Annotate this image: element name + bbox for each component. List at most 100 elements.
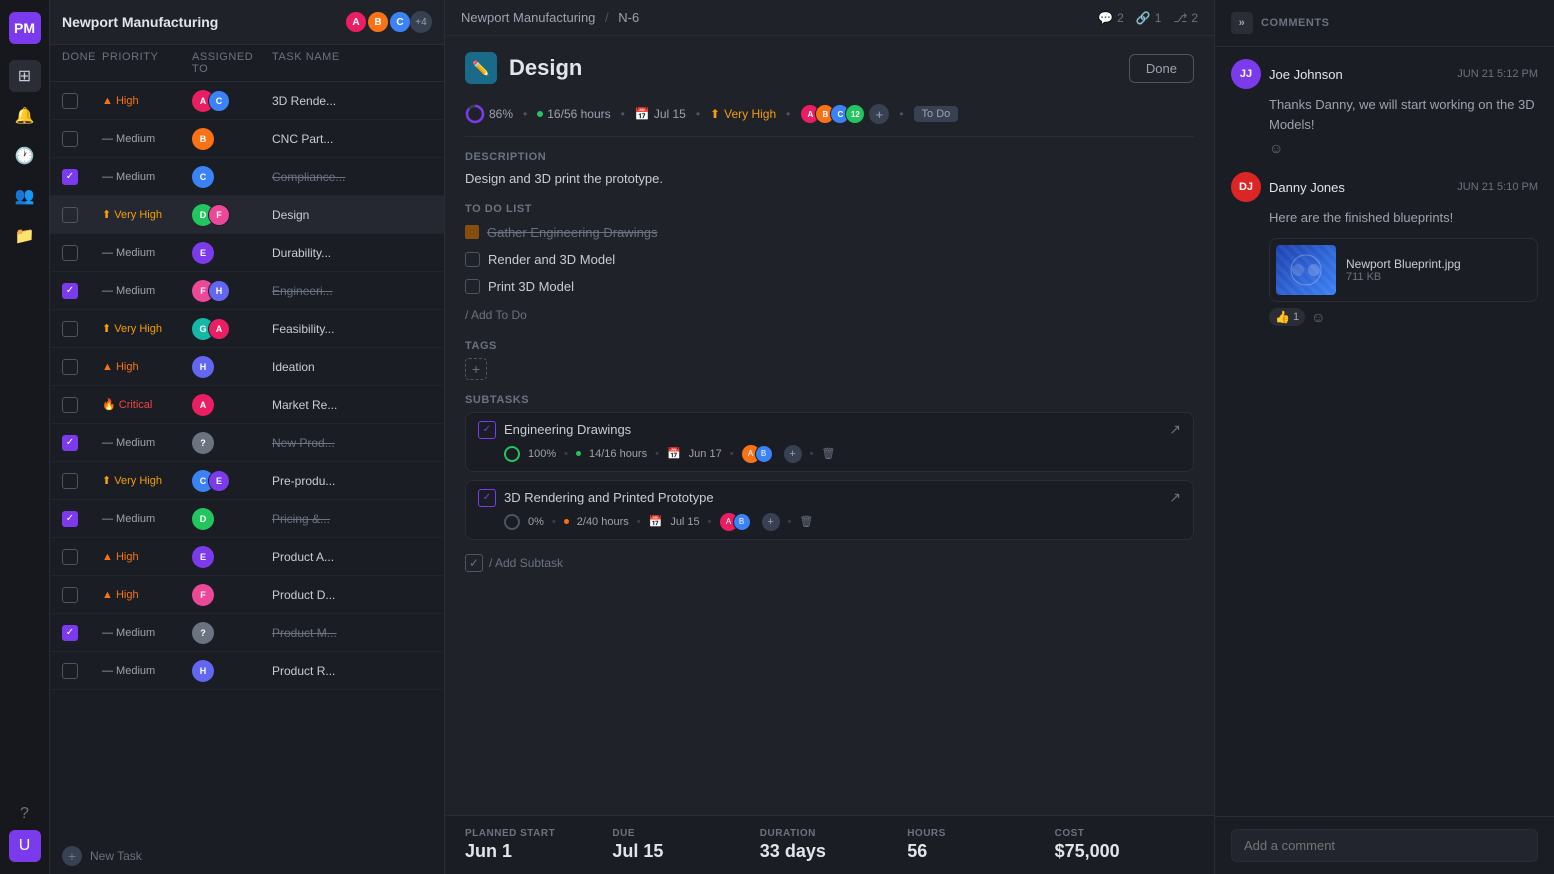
reaction-thumbsup[interactable]: 👍 1 [1269, 308, 1305, 326]
task-checkbox[interactable]: ✓ [62, 169, 78, 185]
add-tag-button[interactable]: + [465, 358, 487, 380]
task-checkbox[interactable] [62, 245, 78, 261]
comments-header: » COMMENTS [1215, 0, 1554, 47]
sidebar-notifications-icon[interactable]: 🔔 [9, 100, 41, 132]
task-checkbox[interactable] [62, 587, 78, 603]
priority-badge: 🔥 Critical [102, 398, 192, 411]
task-name[interactable]: Product M... [272, 626, 432, 640]
subtask-progress-circle [504, 514, 520, 530]
task-checkbox[interactable]: ✓ [62, 511, 78, 527]
stat-cost-label: COST [1055, 828, 1194, 839]
task-row[interactable]: — Medium H Product R... [50, 652, 444, 690]
task-name[interactable]: New Prod... [272, 436, 432, 450]
todo-text[interactable]: Print 3D Model [488, 279, 574, 294]
sidebar-team-icon[interactable]: 👥 [9, 180, 41, 212]
task-checkbox[interactable] [62, 397, 78, 413]
meta-sep-4: • [786, 107, 790, 121]
task-row[interactable]: 🔥 Critical A Market Re... [50, 386, 444, 424]
add-reaction-button[interactable]: ☺ [1311, 309, 1325, 325]
task-row[interactable]: ⬆ Very High C E Pre-produ... [50, 462, 444, 500]
subtask-name[interactable]: 3D Rendering and Printed Prototype [504, 490, 1161, 505]
task-name[interactable]: Product D... [272, 588, 432, 602]
todo-done-icon [465, 225, 479, 239]
task-checkbox[interactable]: ✓ [62, 625, 78, 641]
task-row[interactable]: ▲ High E Product A... [50, 538, 444, 576]
todo-checkbox[interactable] [465, 279, 480, 294]
col-task-name: TASK NAME [272, 51, 432, 75]
subtask-add-assignee[interactable]: + [784, 445, 802, 463]
task-row[interactable]: — Medium B CNC Part... [50, 120, 444, 158]
sidebar-history-icon[interactable]: 🕐 [9, 140, 41, 172]
task-name[interactable]: Product A... [272, 550, 432, 564]
status-badge[interactable]: To Do [914, 106, 959, 122]
assignee-avatar-4: 12 [845, 104, 865, 124]
task-checkbox[interactable] [62, 359, 78, 375]
task-name[interactable]: Feasibility... [272, 322, 432, 336]
task-row[interactable]: — Medium E Durability... [50, 234, 444, 272]
priority-value: Very High [724, 107, 776, 121]
task-checkbox[interactable] [62, 131, 78, 147]
task-name[interactable]: Compliance... [272, 170, 432, 184]
sidebar-user-icon[interactable]: U [9, 830, 41, 862]
description-text[interactable]: Design and 3D print the prototype. [465, 169, 1194, 189]
task-row[interactable]: ✓ — Medium ? Product M... [50, 614, 444, 652]
task-name[interactable]: Pre-produ... [272, 474, 432, 488]
subtask-add-assignee[interactable]: + [762, 513, 780, 531]
task-row[interactable]: ▲ High F Product D... [50, 576, 444, 614]
priority-badge: — Medium [102, 133, 192, 145]
add-task-icon[interactable]: + [62, 846, 82, 866]
task-checkbox[interactable] [62, 93, 78, 109]
task-name[interactable]: 3D Rende... [272, 94, 432, 108]
task-name[interactable]: Design [272, 208, 432, 222]
comment-input[interactable] [1231, 829, 1538, 862]
task-checkbox[interactable]: ✓ [62, 435, 78, 451]
subtask-delete-icon[interactable]: 🗑 [821, 447, 835, 460]
task-name[interactable]: Product R... [272, 664, 432, 678]
task-checkbox[interactable] [62, 321, 78, 337]
task-row[interactable]: ✓ — Medium F H Engineeri... [50, 272, 444, 310]
task-name[interactable]: Pricing &... [272, 512, 432, 526]
subtasks-section: ✓ Engineering Drawings ↗ 100% • 14/16 ho… [465, 412, 1194, 578]
todo-checkbox[interactable] [465, 252, 480, 267]
task-checkbox[interactable] [62, 207, 78, 223]
subtask-delete-icon[interactable]: 🗑 [799, 515, 813, 528]
collapse-comments-button[interactable]: » [1231, 12, 1253, 34]
task-checkbox[interactable] [62, 663, 78, 679]
task-row[interactable]: ⬆ Very High G A Feasibility... [50, 310, 444, 348]
subtask-link-icon[interactable]: ↗ [1169, 489, 1181, 506]
sidebar-help-icon[interactable]: ? [9, 798, 41, 830]
add-task-row[interactable]: + New Task [50, 838, 444, 874]
task-row[interactable]: ▲ High H Ideation [50, 348, 444, 386]
todo-text[interactable]: Gather Engineering Drawings [487, 225, 658, 240]
done-button[interactable]: Done [1129, 54, 1194, 83]
task-name[interactable]: Ideation [272, 360, 432, 374]
task-row[interactable]: ▲ High A C 3D Rende... [50, 82, 444, 120]
comment-avatar: JJ [1231, 59, 1261, 89]
task-name[interactable]: Engineeri... [272, 284, 432, 298]
add-subtask-row[interactable]: ✓ / Add Subtask [465, 548, 1194, 578]
add-todo-row[interactable]: / Add To Do [465, 304, 1194, 326]
task-title[interactable]: Design [509, 55, 582, 81]
sidebar-files-icon[interactable]: 📁 [9, 220, 41, 252]
task-checkbox[interactable] [62, 549, 78, 565]
todo-text[interactable]: Render and 3D Model [488, 252, 615, 267]
subtask-link-icon[interactable]: ↗ [1169, 421, 1181, 438]
task-row[interactable]: ⬆ Very High D F Design [50, 196, 444, 234]
comment-attachment[interactable]: Newport Blueprint.jpg 711 KB [1269, 238, 1538, 302]
task-row[interactable]: ✓ — Medium ? New Prod... [50, 424, 444, 462]
sidebar-home-icon[interactable]: ⊞ [9, 60, 41, 92]
task-name[interactable]: Durability... [272, 246, 432, 260]
breadcrumb-project[interactable]: Newport Manufacturing [461, 10, 595, 25]
task-row[interactable]: ✓ — Medium D Pricing &... [50, 500, 444, 538]
task-name[interactable]: Market Re... [272, 398, 432, 412]
priority-badge: ▲ High [102, 551, 192, 563]
task-row[interactable]: ✓ — Medium C Compliance... [50, 158, 444, 196]
task-checkbox[interactable] [62, 473, 78, 489]
app-logo[interactable]: PM [9, 12, 41, 44]
add-reaction-button[interactable]: ☺ [1269, 140, 1283, 156]
task-name[interactable]: CNC Part... [272, 132, 432, 146]
todo-item: Gather Engineering Drawings [465, 221, 1194, 244]
add-assignee-button[interactable]: + [869, 104, 889, 124]
task-checkbox[interactable]: ✓ [62, 283, 78, 299]
subtask-name[interactable]: Engineering Drawings [504, 422, 1161, 437]
